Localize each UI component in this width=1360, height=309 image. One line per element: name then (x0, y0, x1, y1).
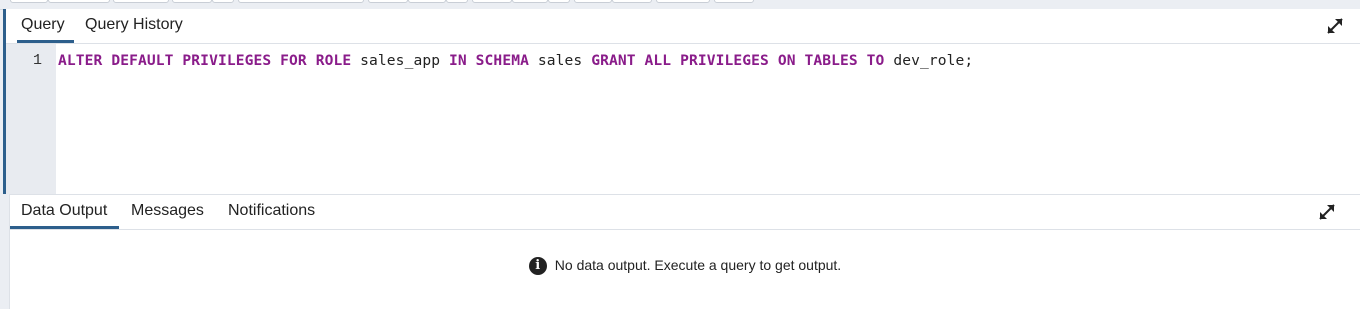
tab-query[interactable]: Query (17, 9, 74, 43)
toolbar-button[interactable] (48, 0, 110, 3)
toolbar-button[interactable] (656, 0, 710, 3)
toolbar-button[interactable] (512, 0, 548, 3)
toolbar-button[interactable] (574, 0, 612, 3)
sql-identifier: sales (528, 52, 592, 69)
empty-output-text: No data output. Execute a query to get o… (554, 257, 842, 273)
toolbar-button[interactable] (113, 0, 169, 3)
toolbar-button[interactable] (368, 0, 408, 3)
sql-keyword: GRANT ALL PRIVILEGES ON TABLES TO (591, 52, 885, 69)
line-gutter: 1 (6, 44, 56, 194)
expand-icon[interactable] (1325, 16, 1345, 36)
toolbar-button[interactable] (612, 0, 652, 3)
toolbar-button[interactable] (238, 0, 364, 3)
line-number: 1 (32, 52, 42, 69)
toolbar-button[interactable] (548, 0, 570, 3)
toolbar-button[interactable] (446, 0, 468, 3)
tab-messages[interactable]: Messages (131, 195, 204, 229)
query-tabbar: Query Query History (6, 9, 1360, 44)
query-panel: Query Query History 1 ALTER DEFAULT PRIV… (3, 9, 1360, 194)
sql-identifier: sales_app (351, 52, 449, 69)
tab-query-history[interactable]: Query History (85, 9, 183, 43)
empty-output-message: i No data output. Execute a query to get … (10, 257, 1360, 276)
sql-keyword: ALTER DEFAULT PRIVILEGES FOR ROLE (58, 52, 352, 69)
toolbar-button[interactable] (408, 0, 446, 3)
tab-data-output[interactable]: Data Output (10, 195, 119, 229)
info-icon: i (528, 257, 547, 276)
toolbar-button[interactable] (472, 0, 512, 3)
output-tabbar: Data Output Messages Notifications (10, 195, 1360, 230)
output-panel: Data Output Messages Notifications i No d… (9, 194, 1360, 309)
toolbar-button[interactable] (714, 0, 754, 3)
sql-keyword: IN SCHEMA (449, 52, 529, 69)
toolbar-button[interactable] (10, 0, 48, 3)
toolbar-button[interactable] (212, 0, 234, 3)
sql-editor[interactable]: ALTER DEFAULT PRIVILEGES FOR ROLE sales_… (58, 52, 1350, 69)
tab-notifications[interactable]: Notifications (228, 195, 315, 229)
sql-identifier: dev_role; (884, 52, 974, 69)
toolbar-button[interactable] (172, 0, 212, 3)
expand-icon[interactable] (1317, 202, 1337, 222)
